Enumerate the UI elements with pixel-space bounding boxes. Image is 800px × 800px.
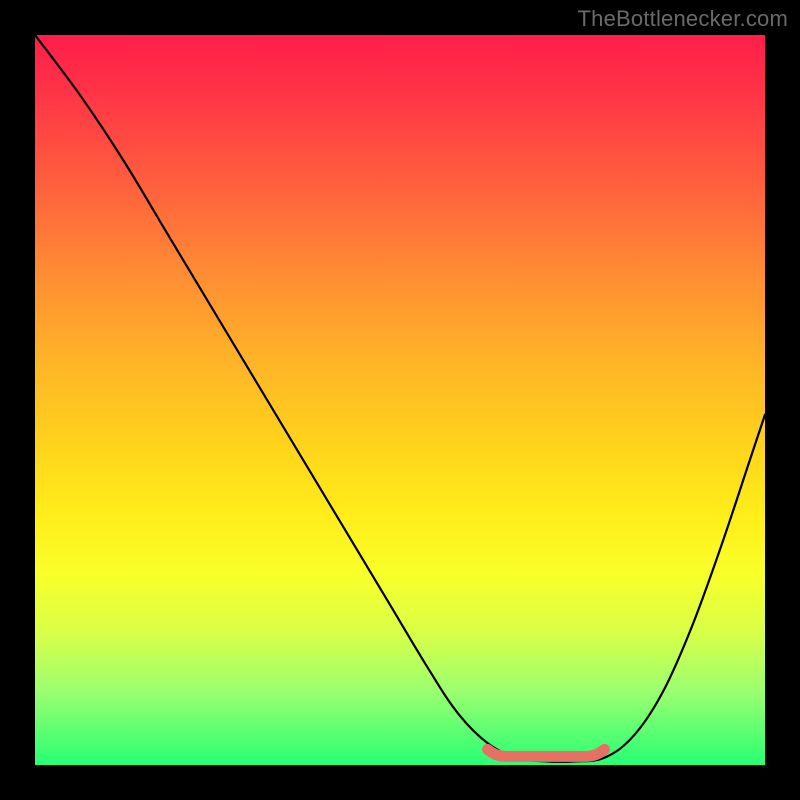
plot-area [35, 35, 765, 765]
curve-layer [35, 35, 765, 765]
bottleneck-curve [35, 35, 765, 762]
optimal-region-marker [488, 749, 605, 756]
chart-frame: TheBottlenecker.com [0, 0, 800, 800]
watermark-text: TheBottlenecker.com [578, 6, 788, 32]
